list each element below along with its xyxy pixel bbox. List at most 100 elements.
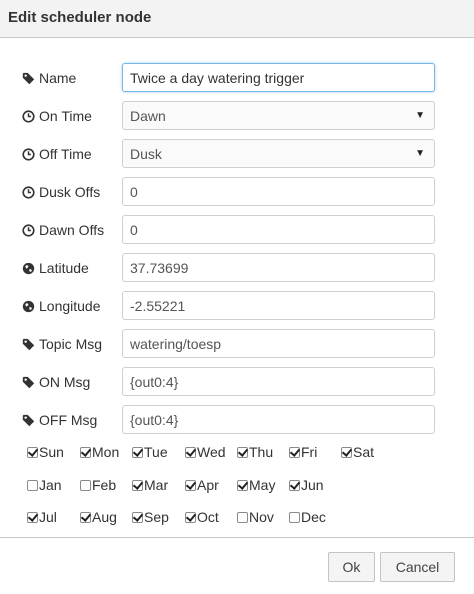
checkbox-label: Mar bbox=[144, 477, 169, 493]
cancel-button[interactable]: Cancel bbox=[380, 552, 455, 582]
dusk-offs-label: Dusk Offs bbox=[39, 184, 101, 200]
checkbox-label: Sun bbox=[39, 444, 64, 460]
latitude-input[interactable] bbox=[122, 253, 435, 282]
checkbox-tue[interactable]: Tue bbox=[132, 443, 168, 461]
checkbox-oct[interactable]: Oct bbox=[185, 508, 219, 526]
dawn-offs-label: Dawn Offs bbox=[39, 222, 105, 238]
checkbox-wed[interactable]: Wed bbox=[185, 443, 226, 461]
topic-msg-row: Topic Msg bbox=[0, 329, 474, 359]
dialog-title: Edit scheduler node bbox=[8, 9, 152, 26]
checkbox-label: Jan bbox=[39, 477, 62, 493]
checkbox-mon[interactable]: Mon bbox=[80, 443, 119, 461]
checkbox-label: May bbox=[249, 477, 276, 493]
globe-icon bbox=[22, 300, 35, 313]
checkbox-sun[interactable]: Sun bbox=[27, 443, 64, 461]
tag-icon bbox=[22, 414, 35, 427]
off-msg-label: OFF Msg bbox=[39, 412, 98, 428]
checkbox-thu[interactable]: Thu bbox=[237, 443, 273, 461]
dawn-offs-row: Dawn Offs bbox=[0, 215, 474, 245]
checkbox-label: Thu bbox=[249, 444, 274, 460]
checkbox-label: Tue bbox=[144, 444, 168, 460]
on-msg-row: ON Msg bbox=[0, 367, 474, 397]
checkbox-box[interactable] bbox=[27, 446, 38, 458]
checkbox-label: Fri bbox=[301, 444, 318, 460]
checkbox-box[interactable] bbox=[185, 479, 196, 491]
off-msg-row: OFF Msg bbox=[0, 405, 474, 435]
topic-msg-input[interactable] bbox=[122, 329, 435, 358]
tag-icon bbox=[22, 338, 35, 351]
latitude-label-group: Latitude bbox=[22, 253, 89, 283]
checkbox-sat[interactable]: Sat bbox=[341, 443, 374, 461]
checkbox-box[interactable] bbox=[237, 511, 248, 523]
tag-icon bbox=[22, 376, 35, 389]
on-time-selected-value: Dawn bbox=[130, 107, 166, 124]
latitude-label: Latitude bbox=[39, 260, 89, 276]
checkbox-jul[interactable]: Jul bbox=[27, 508, 57, 526]
on-time-select[interactable]: Dawn ▼ bbox=[122, 101, 435, 130]
checkbox-box[interactable] bbox=[27, 479, 38, 491]
checkbox-box[interactable] bbox=[132, 446, 143, 458]
checkbox-box[interactable] bbox=[185, 511, 196, 523]
longitude-label: Longitude bbox=[39, 298, 101, 314]
ok-button[interactable]: Ok bbox=[328, 552, 375, 582]
checkbox-box[interactable] bbox=[27, 511, 38, 523]
topic-msg-label-group: Topic Msg bbox=[22, 329, 102, 359]
off-msg-label-group: OFF Msg bbox=[22, 405, 97, 435]
checkbox-box[interactable] bbox=[289, 511, 300, 523]
checkbox-box[interactable] bbox=[80, 479, 91, 491]
checkbox-aug[interactable]: Aug bbox=[80, 508, 117, 526]
off-msg-input[interactable] bbox=[122, 405, 435, 434]
name-label-group: Name bbox=[22, 63, 76, 93]
dawn-offs-label-group: Dawn Offs bbox=[22, 215, 104, 245]
caret-down-icon: ▼ bbox=[415, 110, 425, 121]
checkbox-box[interactable] bbox=[80, 446, 91, 458]
dusk-offset-input[interactable] bbox=[122, 177, 435, 206]
checkbox-box[interactable] bbox=[237, 446, 248, 458]
on-msg-label: ON Msg bbox=[39, 374, 91, 390]
checkbox-may[interactable]: May bbox=[237, 476, 275, 494]
checkbox-dec[interactable]: Dec bbox=[289, 508, 326, 526]
checkbox-feb[interactable]: Feb bbox=[80, 476, 116, 494]
checkbox-jan[interactable]: Jan bbox=[27, 476, 62, 494]
dawn-offset-input[interactable] bbox=[122, 215, 435, 244]
clock-icon bbox=[22, 110, 35, 123]
checkbox-box[interactable] bbox=[185, 446, 196, 458]
checkbox-label: Jul bbox=[39, 509, 57, 525]
longitude-input[interactable] bbox=[122, 291, 435, 320]
checkbox-box[interactable] bbox=[237, 479, 248, 491]
checkbox-box[interactable] bbox=[289, 479, 300, 491]
on-time-label-group: On Time bbox=[22, 101, 92, 131]
checkbox-sep[interactable]: Sep bbox=[132, 508, 169, 526]
longitude-row: Longitude bbox=[0, 291, 474, 321]
checkbox-jun[interactable]: Jun bbox=[289, 476, 324, 494]
checkbox-mar[interactable]: Mar bbox=[132, 476, 168, 494]
off-time-label-group: Off Time bbox=[22, 139, 92, 169]
checkbox-fri[interactable]: Fri bbox=[289, 443, 317, 461]
clock-icon bbox=[22, 224, 35, 237]
checkbox-apr[interactable]: Apr bbox=[185, 476, 219, 494]
checkbox-label: Apr bbox=[197, 477, 219, 493]
checkbox-box[interactable] bbox=[132, 511, 143, 523]
on-msg-input[interactable] bbox=[122, 367, 435, 396]
checkbox-box[interactable] bbox=[132, 479, 143, 491]
caret-down-icon: ▼ bbox=[415, 148, 425, 159]
checkbox-box[interactable] bbox=[289, 446, 300, 458]
checkbox-label: Nov bbox=[249, 509, 274, 525]
name-label: Name bbox=[39, 70, 77, 86]
checkbox-label: Sat bbox=[353, 444, 375, 460]
globe-icon bbox=[22, 262, 35, 275]
off-time-select[interactable]: Dusk ▼ bbox=[122, 139, 435, 168]
off-time-row: Off Time Dusk ▼ bbox=[0, 139, 474, 169]
longitude-label-group: Longitude bbox=[22, 291, 101, 321]
checkbox-box[interactable] bbox=[341, 446, 352, 458]
on-msg-label-group: ON Msg bbox=[22, 367, 90, 397]
checkbox-label: Feb bbox=[92, 477, 117, 493]
tag-icon bbox=[22, 72, 35, 85]
checkbox-nov[interactable]: Nov bbox=[237, 508, 274, 526]
checkbox-label: Mon bbox=[92, 444, 120, 460]
name-input[interactable] bbox=[122, 63, 435, 92]
checkbox-label: Oct bbox=[197, 509, 219, 525]
dusk-offs-label-group: Dusk Offs bbox=[22, 177, 100, 207]
checkbox-box[interactable] bbox=[80, 511, 91, 523]
checkbox-label: Dec bbox=[301, 509, 326, 525]
